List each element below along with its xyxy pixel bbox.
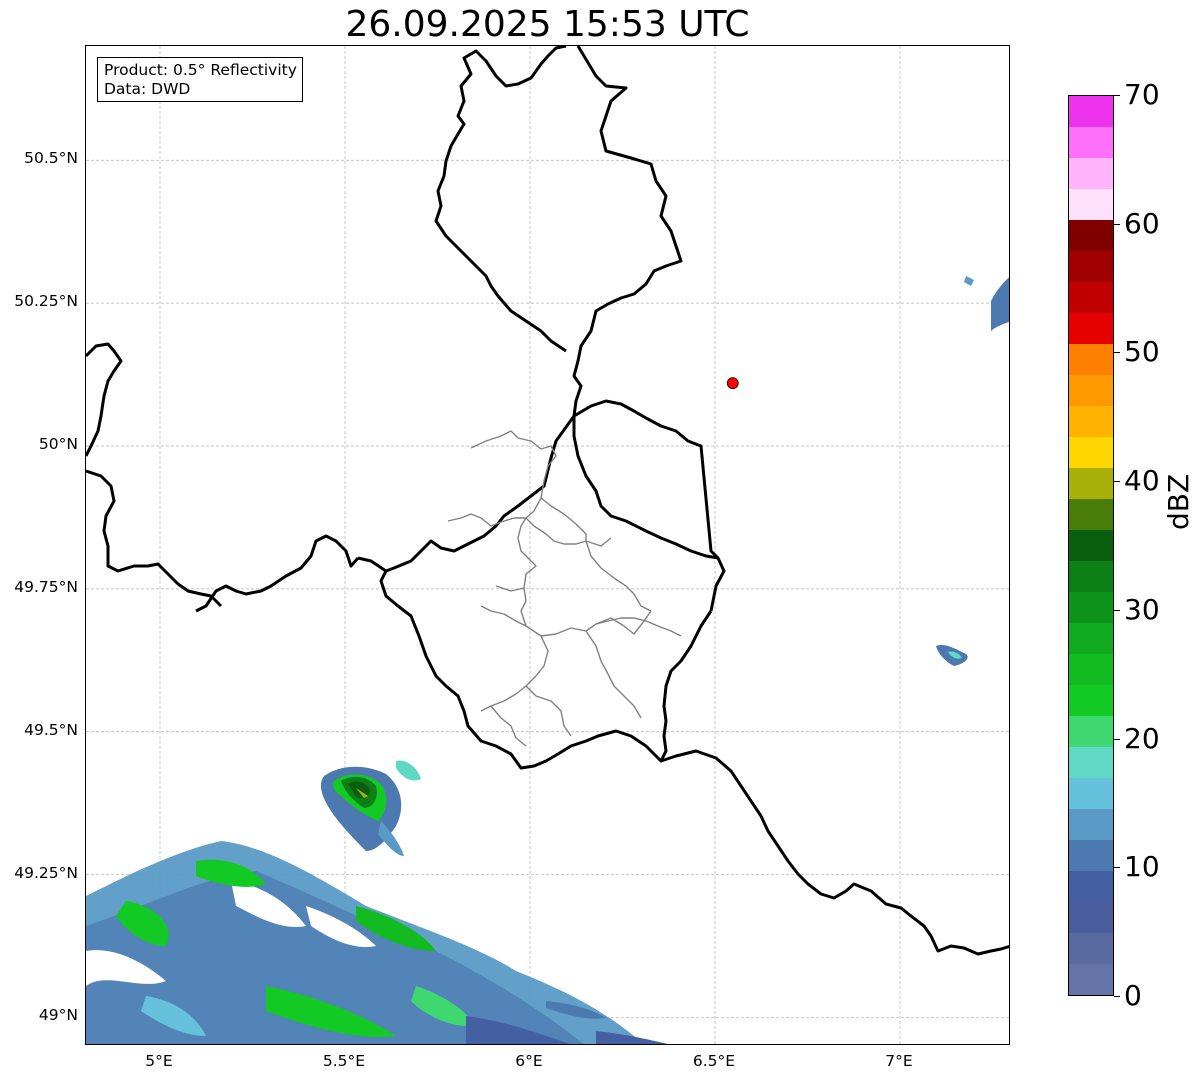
lon-tick-label: 6.5°E bbox=[692, 1052, 736, 1070]
colorbar-tick-label: 10 bbox=[1124, 850, 1160, 884]
colorbar-tick-label: 40 bbox=[1124, 464, 1160, 498]
colorbar-tick bbox=[1114, 223, 1120, 225]
colorbar-tick-label: 50 bbox=[1124, 335, 1160, 369]
country-borders bbox=[86, 46, 1009, 956]
colorbar-tick bbox=[1114, 609, 1120, 611]
colorbar-tick bbox=[1114, 867, 1120, 869]
lat-tick-label: 49.75°N bbox=[14, 577, 78, 596]
colorbar-tick bbox=[1114, 481, 1120, 483]
echo-cell-south bbox=[320, 760, 421, 856]
colorbar-tick bbox=[1114, 95, 1120, 96]
colorbar-unit-label: dBZ bbox=[1162, 473, 1195, 530]
lat-tick-label: 50.25°N bbox=[14, 292, 78, 311]
lon-tick-label: 5.5°E bbox=[322, 1052, 366, 1070]
product-info-box: Product: 0.5° Reflectivity Data: DWD bbox=[97, 57, 303, 102]
lat-tick-label: 49.5°N bbox=[24, 720, 78, 739]
district-borders bbox=[447, 430, 682, 747]
lat-tick-label: 50.5°N bbox=[24, 149, 78, 168]
colorbar-tick-label: 0 bbox=[1124, 979, 1142, 1012]
colorbar-tick bbox=[1114, 996, 1120, 997]
echo-field-southwest bbox=[86, 841, 668, 1044]
lon-tick-label: 7°E bbox=[885, 1052, 913, 1070]
lat-tick-label: 49°N bbox=[38, 1006, 78, 1025]
map-title: 26.09.2025 15:53 UTC bbox=[345, 4, 750, 45]
colorbar-tick bbox=[1114, 738, 1120, 740]
radar-map[interactable] bbox=[85, 45, 1010, 1045]
echo-cell-east bbox=[936, 644, 968, 666]
colorbar bbox=[1068, 95, 1114, 996]
data-source-label: Data: DWD bbox=[104, 80, 191, 98]
colorbar-tick bbox=[1114, 352, 1120, 354]
radar-site-marker[interactable] bbox=[726, 377, 739, 390]
map-canvas bbox=[86, 46, 1009, 1044]
radar-echoes bbox=[86, 276, 1009, 1044]
lat-tick-label: 49.25°N bbox=[14, 863, 78, 882]
colorbar-tick-label: 30 bbox=[1124, 592, 1160, 626]
lat-tick-label: 50°N bbox=[38, 435, 78, 453]
lon-tick-label: 5°E bbox=[145, 1052, 173, 1070]
colorbar-tick-label: 20 bbox=[1124, 721, 1160, 755]
colorbar-tick-label: 70 bbox=[1124, 78, 1160, 111]
lon-tick-label: 6°E bbox=[515, 1052, 543, 1070]
product-label: Product: 0.5° Reflectivity bbox=[104, 61, 297, 79]
colorbar-tick-label: 60 bbox=[1124, 206, 1160, 240]
echo-cell-northeast bbox=[964, 276, 1009, 331]
